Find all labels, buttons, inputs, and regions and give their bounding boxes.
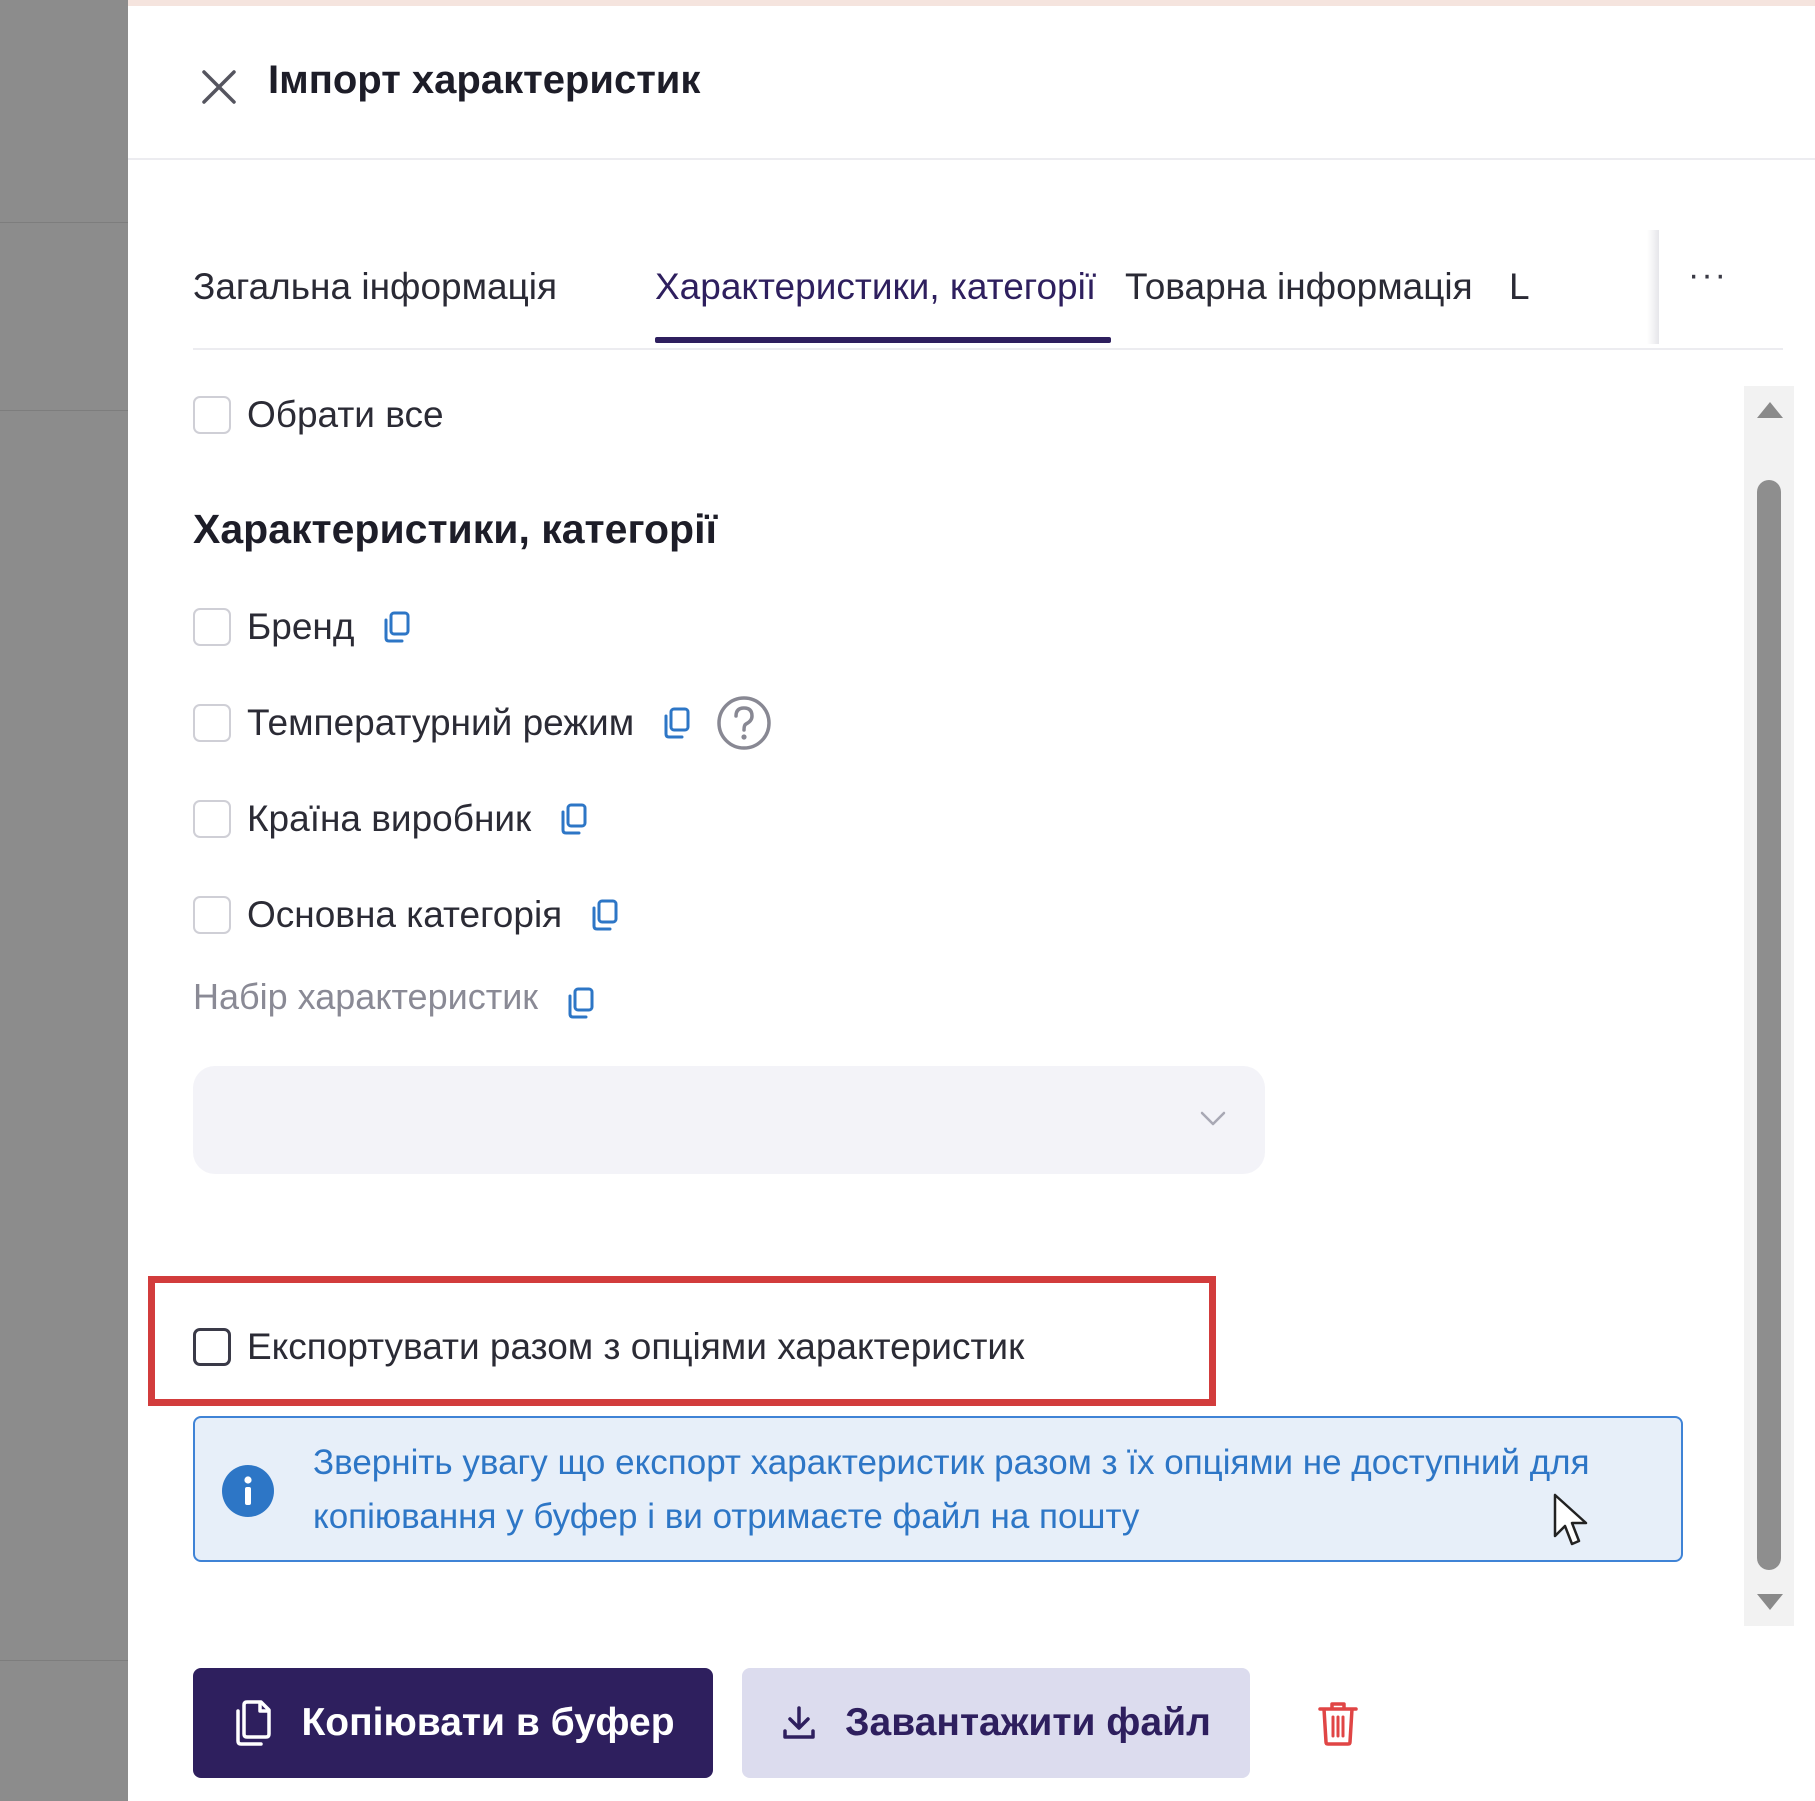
info-notice: Зверніть увагу що експорт характеристик …	[193, 1416, 1683, 1562]
annotation-highlight-box	[148, 1276, 1216, 1406]
mouse-cursor-icon	[1553, 1493, 1588, 1546]
characteristic-set-label: Набір характеристик	[193, 976, 539, 1017]
temperature-row[interactable]: Температурний режим	[193, 695, 772, 751]
tabs-more-button[interactable]: ···	[1688, 256, 1728, 295]
close-icon[interactable]	[198, 66, 240, 108]
help-icon[interactable]	[716, 695, 772, 751]
copy-icon[interactable]	[590, 898, 620, 932]
country-label: Країна виробник	[247, 798, 532, 839]
scroll-up-arrow[interactable]	[1757, 402, 1783, 418]
import-panel: Імпорт характеристик Загальна інформація…	[128, 6, 1815, 1801]
download-file-button[interactable]: Завантажити файл	[742, 1668, 1250, 1778]
characteristic-set-select[interactable]	[193, 1066, 1265, 1174]
tab-general-info[interactable]: Загальна інформація	[193, 266, 557, 308]
panel-header: Імпорт характеристик	[128, 6, 1815, 160]
tab-overflow-partial[interactable]: L	[1509, 266, 1530, 308]
clipboard-icon	[236, 1700, 272, 1746]
tab-fade	[1647, 230, 1659, 344]
copy-to-clipboard-label: Копіювати в буфер	[301, 1701, 675, 1744]
select-all-row[interactable]: Обрати все	[193, 390, 444, 440]
panel-title: Імпорт характеристик	[268, 58, 701, 102]
characteristic-set-label-row: Набір характеристик	[193, 972, 596, 1022]
copy-icon[interactable]	[382, 610, 412, 644]
brand-checkbox[interactable]	[193, 608, 231, 646]
temperature-label: Температурний режим	[247, 702, 635, 743]
brand-label: Бренд	[247, 606, 355, 647]
tab-characteristics-categories[interactable]: Характеристики, категорії	[655, 266, 1096, 308]
scroll-thumb[interactable]	[1757, 480, 1781, 1570]
temperature-checkbox[interactable]	[193, 704, 231, 742]
country-checkbox[interactable]	[193, 800, 231, 838]
copy-icon[interactable]	[559, 802, 589, 836]
section-title: Характеристики, категорії	[193, 506, 717, 552]
chevron-down-icon	[1200, 1111, 1226, 1126]
tab-product-info[interactable]: Товарна інформація	[1125, 266, 1473, 308]
country-row[interactable]: Країна виробник	[193, 794, 589, 844]
main-category-row[interactable]: Основна категорія	[193, 890, 620, 940]
trash-icon[interactable]	[1316, 1699, 1360, 1747]
copy-icon[interactable]	[566, 986, 596, 1020]
select-all-checkbox[interactable]	[193, 396, 231, 434]
content-scrollbar[interactable]	[1744, 386, 1794, 1626]
backdrop-divider	[0, 410, 128, 411]
main-category-label: Основна категорія	[247, 894, 563, 935]
main-category-checkbox[interactable]	[193, 896, 231, 934]
info-icon	[222, 1465, 274, 1517]
select-all-label: Обрати все	[247, 394, 444, 435]
backdrop-divider	[0, 222, 128, 223]
scroll-down-arrow[interactable]	[1757, 1594, 1783, 1610]
copy-icon[interactable]	[662, 706, 692, 740]
copy-to-clipboard-button[interactable]: Копіювати в буфер	[193, 1668, 713, 1778]
backdrop-divider	[0, 1660, 128, 1661]
modal-backdrop	[0, 0, 128, 1801]
info-text: Зверніть увагу що експорт характеристик …	[313, 1443, 1590, 1536]
tab-bar: Загальна інформація Характеристики, кате…	[193, 226, 1783, 350]
download-file-label: Завантажити файл	[845, 1701, 1211, 1744]
active-tab-indicator	[655, 337, 1111, 343]
download-icon	[783, 1706, 815, 1739]
brand-row[interactable]: Бренд	[193, 602, 412, 652]
